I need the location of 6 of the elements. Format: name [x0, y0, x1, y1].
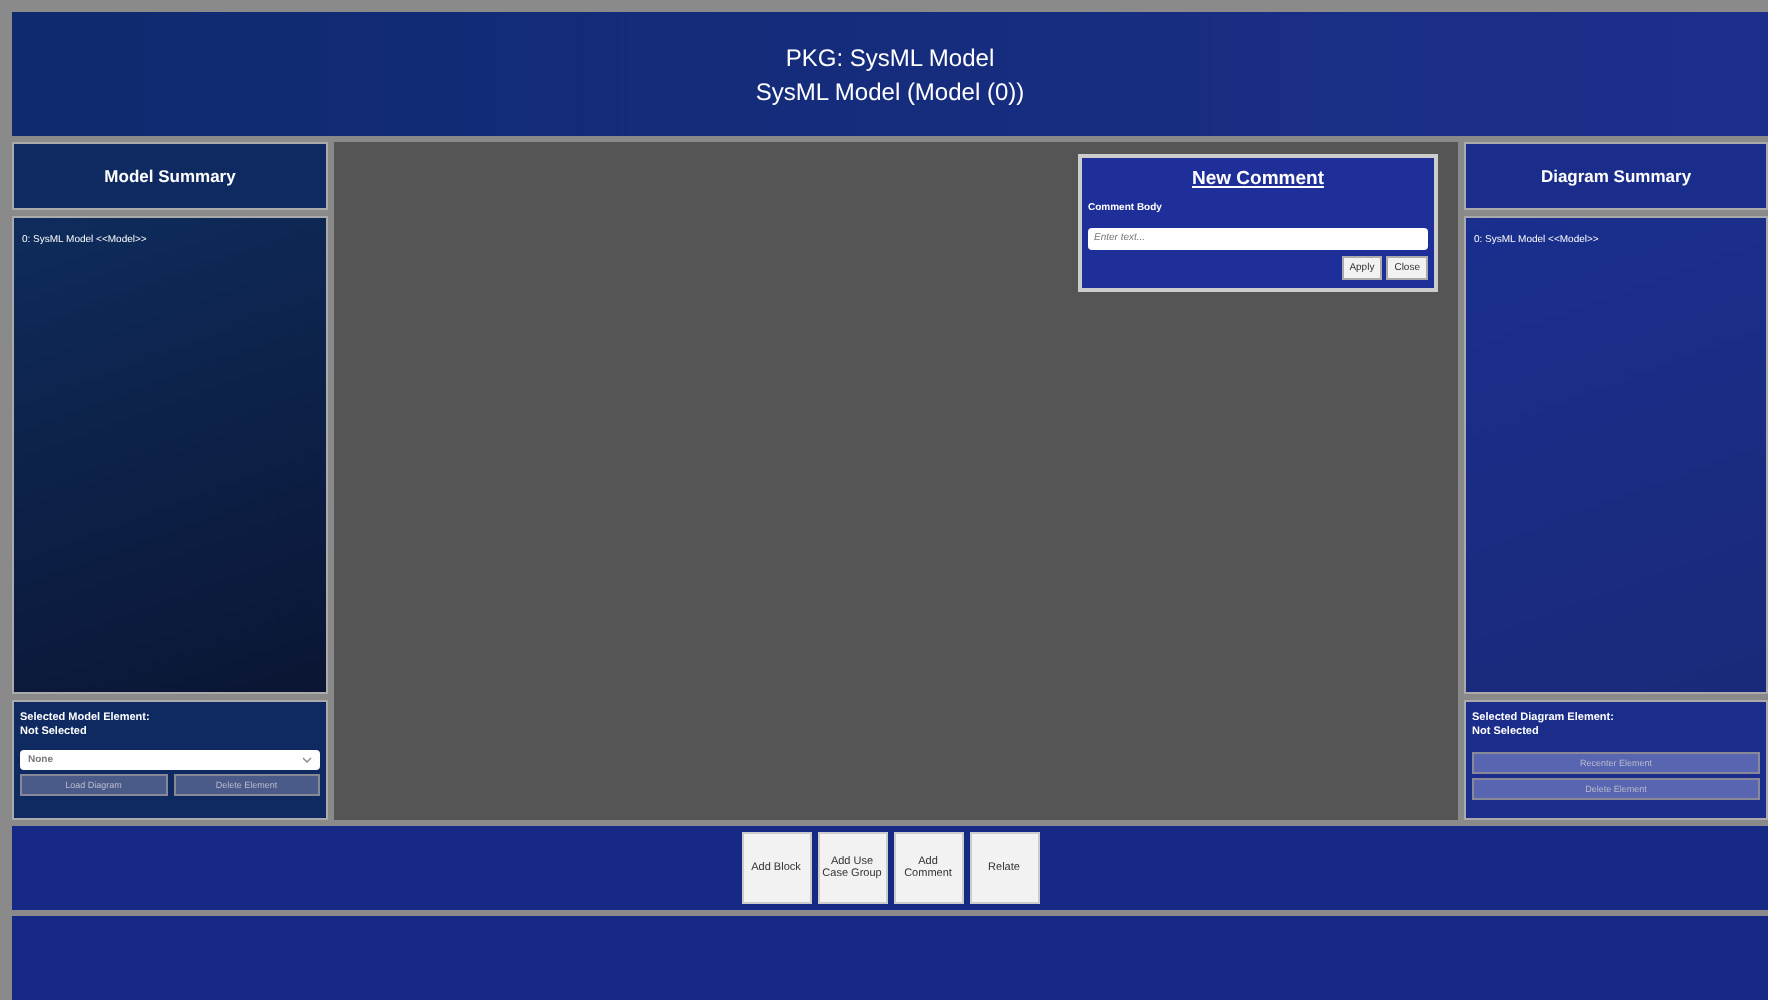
package-title: PKG: SysML Model	[785, 43, 995, 71]
dialog-title: New Comment	[1190, 166, 1326, 194]
model-subtitle: SysML Model (Model (0))	[755, 77, 1025, 105]
panel-title: Model Summary	[12, 142, 328, 210]
chevron-icon	[302, 756, 312, 764]
panel-title: Diagram Summary	[1464, 142, 1768, 210]
